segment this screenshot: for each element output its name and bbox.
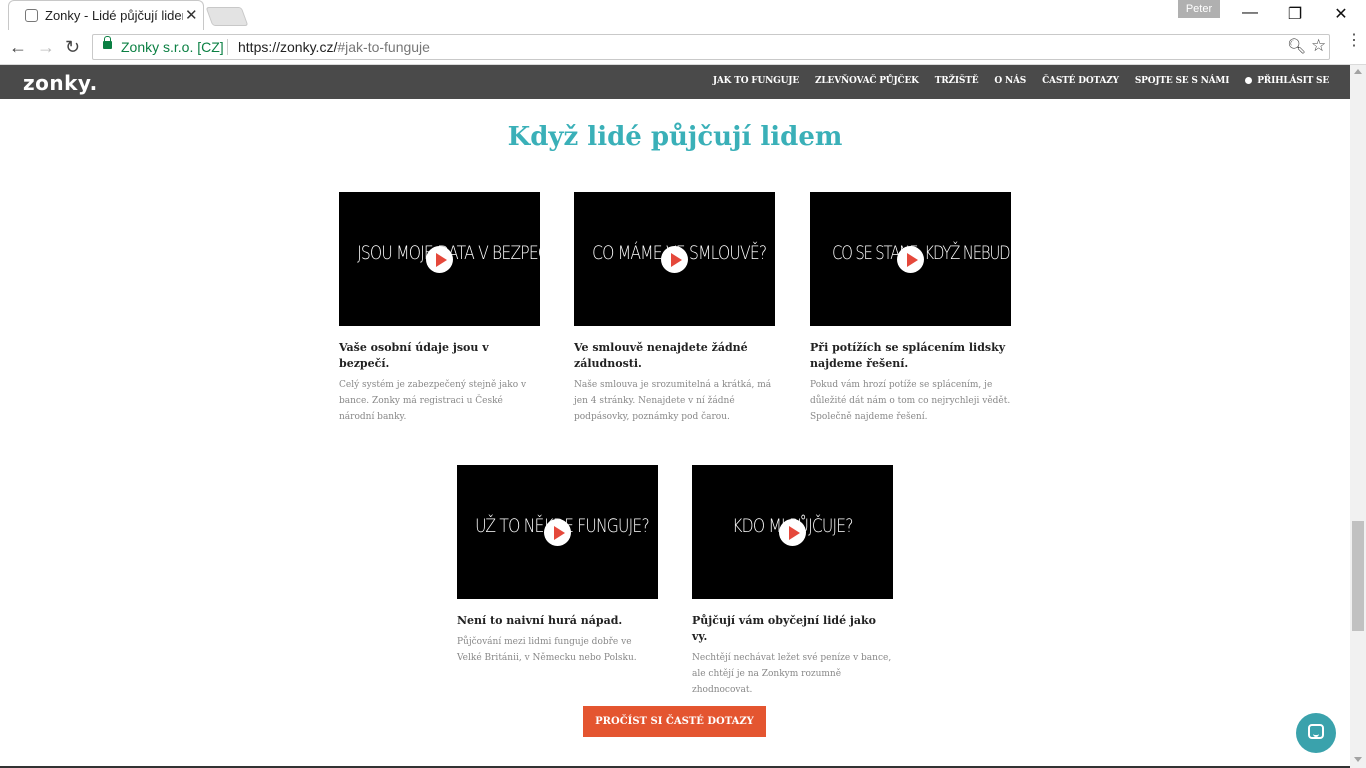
url-path: #jak-to-funguje (337, 39, 430, 55)
zonky-logo[interactable]: zonky. (23, 71, 98, 95)
nav-o-nas[interactable]: O NÁS (994, 76, 1026, 86)
card-text: Půjčování mezi lidmi funguje dobře ve Ve… (457, 637, 637, 663)
nav-caste-dotazy[interactable]: ČASTÉ DOTAZY (1042, 76, 1119, 86)
user-icon (1245, 77, 1253, 84)
card-text: Celý systém je zabezpečený stejně jako v… (339, 380, 527, 422)
video-thumbnail[interactable]: CO MÁME VE SMLOUVĚ? (574, 192, 775, 326)
site-header: zonky. JAK TO FUNGUJE ZLEVŇOVAČ PŮJČEK T… (0, 65, 1350, 99)
play-icon[interactable] (426, 246, 453, 273)
scroll-down-icon[interactable] (1354, 757, 1362, 762)
back-icon[interactable]: ← (9, 37, 27, 58)
video-thumbnail[interactable]: KDO MI PŮJČUJE? (692, 465, 893, 599)
section-title: Když lidé půjčují lidem (507, 122, 843, 152)
main-nav: JAK TO FUNGUJE ZLEVŇOVAČ PŮJČEK TRŽIŠTĚ … (697, 76, 1329, 86)
nav-prihlasit-se[interactable]: PŘIHLÁSIT SE (1245, 76, 1329, 86)
favicon-icon (25, 9, 38, 22)
play-icon[interactable] (544, 519, 571, 546)
faq-card: KDO MI PŮJČUJE? Půjčují vám obyčejní lid… (692, 465, 893, 698)
browser-menu-icon[interactable]: ⋮ (1346, 33, 1362, 49)
zoom-icon[interactable]: 🔍︎ (1287, 37, 1306, 55)
chat-widget-button[interactable] (1296, 713, 1336, 753)
scroll-up-icon[interactable] (1354, 69, 1362, 74)
omnibox-divider (227, 39, 228, 55)
faq-card: JSOU MOJE DATA V BEZPEČÍ? Vaše osobní úd… (339, 192, 540, 425)
url-text[interactable]: https://zonky.cz/#jak-to-funguje (238, 39, 430, 55)
login-label: PŘIHLÁSIT SE (1257, 76, 1329, 86)
bookmark-star-icon[interactable]: ☆ (1311, 36, 1326, 56)
play-icon[interactable] (897, 246, 924, 273)
nav-zlevnovac-pujcek[interactable]: ZLEVŇOVAČ PŮJČEK (815, 76, 919, 86)
faq-card: CO MÁME VE SMLOUVĚ? Ve smlouvě nenajdete… (574, 192, 775, 425)
video-thumbnail[interactable]: CO SE STANE, KDYŽ NEBUDU SPLÁCET? (810, 192, 1011, 326)
faq-cta-button[interactable]: PROČÍST SI ČASTÉ DOTAZY (583, 706, 766, 737)
restore-icon[interactable]: ❐ (1272, 4, 1318, 24)
tab-close-icon[interactable]: ✕ (185, 6, 198, 24)
nav-trziste[interactable]: TRŽIŠTĚ (935, 76, 979, 86)
card-title: Půjčují vám obyčejní lidé jako vy. (692, 614, 876, 643)
card-title: Není to naivní hurá nápad. (457, 614, 623, 627)
faq-card: CO SE STANE, KDYŽ NEBUDU SPLÁCET? Při po… (810, 192, 1011, 425)
nav-jak-to-funguje[interactable]: JAK TO FUNGUJE (713, 76, 799, 86)
card-title: Vaše osobní údaje jsou v bezpečí. (339, 341, 489, 370)
card-title: Ve smlouvě nenajdete žádné záludnosti. (574, 341, 748, 370)
close-window-icon[interactable]: ✕ (1318, 4, 1364, 24)
tab-title: Zonky - Lidé půjčují liden (45, 8, 183, 23)
scroll-thumb[interactable] (1352, 521, 1364, 631)
card-text: Pokud vám hrozí potíže se splácením, je … (810, 380, 1011, 422)
site-identity[interactable]: Zonky s.r.o. [CZ] (121, 39, 224, 55)
play-icon[interactable] (661, 246, 688, 273)
forward-icon[interactable]: → (37, 37, 55, 58)
chat-icon (1308, 724, 1324, 739)
card-text: Nechtějí nechávat ležet své peníze v ban… (692, 653, 892, 695)
video-thumbnail[interactable]: JSOU MOJE DATA V BEZPEČÍ? (339, 192, 540, 326)
card-title: Při potížích se splácením lidsky najdeme… (810, 341, 1006, 370)
minimize-icon[interactable]: — (1227, 4, 1273, 22)
reload-icon[interactable]: ↻ (65, 37, 80, 58)
video-thumbnail[interactable]: UŽ TO NĚKDE FUNGUJE? (457, 465, 658, 599)
url-host: https://zonky.cz/ (238, 39, 338, 55)
lock-icon (103, 36, 112, 49)
card-text: Naše smlouva je srozumitelná a krátká, m… (574, 380, 772, 422)
faq-card: UŽ TO NĚKDE FUNGUJE? Není to naivní hurá… (457, 465, 658, 666)
profile-button[interactable]: Peter (1178, 0, 1220, 18)
browser-toolbar: ← → ↻ Zonky s.r.o. [CZ] https://zonky.cz… (0, 30, 1366, 65)
address-bar[interactable]: Zonky s.r.o. [CZ] https://zonky.cz/#jak-… (92, 34, 1330, 60)
new-tab-button[interactable] (205, 7, 249, 26)
nav-spojte-se-s-nami[interactable]: SPOJTE SE S NÁMI (1135, 76, 1230, 86)
play-icon[interactable] (779, 519, 806, 546)
page-scrollbar[interactable] (1350, 65, 1366, 768)
browser-titlebar: Zonky - Lidé půjčují liden ✕ Peter — ❐ ✕ (0, 0, 1366, 30)
browser-tab[interactable]: Zonky - Lidé půjčují liden ✕ (8, 0, 204, 30)
